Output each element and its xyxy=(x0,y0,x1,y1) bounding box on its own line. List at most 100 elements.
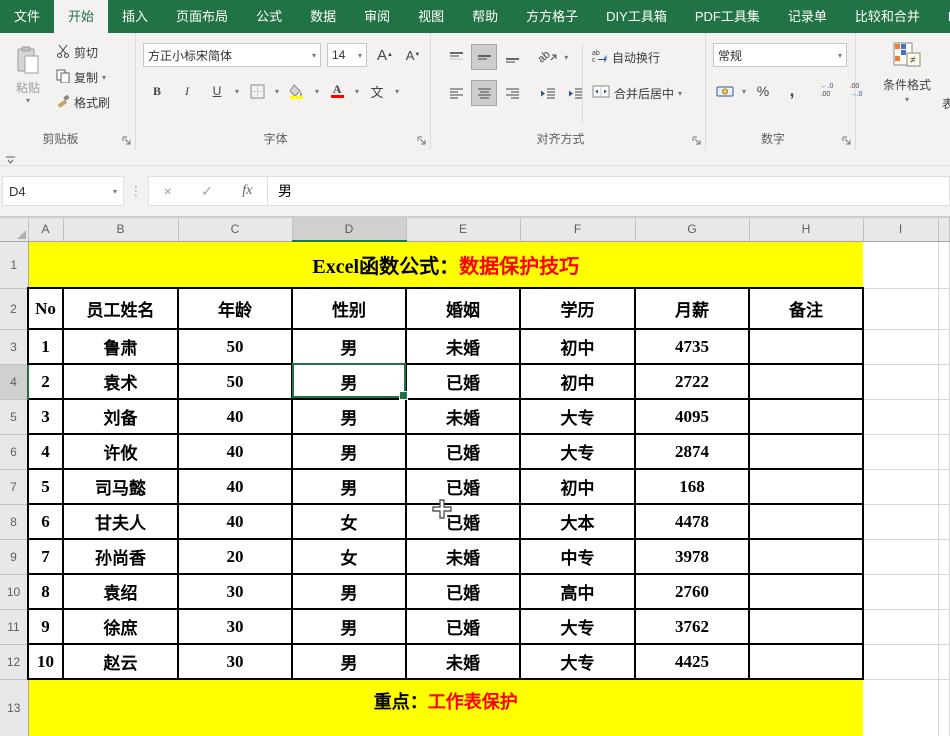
cell[interactable]: 男 xyxy=(292,469,406,504)
cell[interactable]: 3 xyxy=(28,399,63,434)
increase-font-size-button[interactable]: A▲ xyxy=(373,43,397,67)
cell[interactable]: 1 xyxy=(28,329,63,364)
conditional-formatting-button[interactable]: ≠ 条件格式 ▾ xyxy=(883,41,931,104)
cell[interactable]: 司马懿 xyxy=(63,469,178,504)
increase-decimal-button[interactable]: ←.0.00 xyxy=(815,79,839,103)
cell[interactable]: 40 xyxy=(178,469,292,504)
cell[interactable]: 大专 xyxy=(520,434,635,469)
cell[interactable]: 刘备 xyxy=(63,399,178,434)
row-header-2[interactable]: 2 xyxy=(0,288,28,329)
cell[interactable]: 4095 xyxy=(635,399,749,434)
cell[interactable]: 未婚 xyxy=(406,399,520,434)
cell[interactable]: 5 xyxy=(28,469,63,504)
row-header-1[interactable]: 1 xyxy=(0,241,28,288)
orientation-button[interactable]: ab xyxy=(536,45,560,69)
align-bottom-button[interactable] xyxy=(500,45,524,69)
cell[interactable]: 6 xyxy=(28,504,63,539)
row-header-9[interactable]: 9 xyxy=(0,539,28,574)
cell[interactable] xyxy=(749,364,863,399)
cell[interactable] xyxy=(863,574,938,609)
cell[interactable]: 9 xyxy=(28,609,63,644)
cell[interactable] xyxy=(863,329,938,364)
format-as-table-partial-label[interactable]: 表 xyxy=(942,95,950,112)
cell[interactable]: 女 xyxy=(292,539,406,574)
cell[interactable]: 50 xyxy=(178,329,292,364)
phonetic-guide-button[interactable]: 文 xyxy=(365,79,389,103)
cell[interactable] xyxy=(749,399,863,434)
cell[interactable]: 10 xyxy=(28,644,63,679)
cell[interactable]: 月薪 xyxy=(635,288,749,329)
merge-center-button[interactable]: 合并后居中 ▾ xyxy=(592,82,682,104)
cell[interactable]: 30 xyxy=(178,574,292,609)
cell[interactable]: 高中 xyxy=(520,574,635,609)
cell[interactable]: 7 xyxy=(28,539,63,574)
cell[interactable]: 大专 xyxy=(520,609,635,644)
column-header-b[interactable]: B xyxy=(63,218,178,241)
cell[interactable] xyxy=(863,399,938,434)
column-header-i[interactable]: I xyxy=(863,218,938,241)
borders-button[interactable] xyxy=(245,79,269,103)
cell[interactable]: 赵云 xyxy=(63,644,178,679)
cell[interactable]: 徐庶 xyxy=(63,609,178,644)
cell[interactable] xyxy=(749,469,863,504)
cell[interactable]: 大专 xyxy=(520,644,635,679)
font-name-combo[interactable]: 方正小标宋简体 ▾ xyxy=(143,43,321,67)
cell[interactable] xyxy=(749,504,863,539)
cell[interactable]: 男 xyxy=(292,434,406,469)
cell[interactable] xyxy=(749,644,863,679)
cell[interactable]: 年龄 xyxy=(178,288,292,329)
cell[interactable] xyxy=(863,679,938,736)
row-header-8[interactable]: 8 xyxy=(0,504,28,539)
cell[interactable]: 未婚 xyxy=(406,539,520,574)
row-header-11[interactable]: 11 xyxy=(0,609,28,644)
cell[interactable]: 大专 xyxy=(520,399,635,434)
accounting-format-button[interactable] xyxy=(713,79,737,103)
cell[interactable]: 3978 xyxy=(635,539,749,574)
tab-insert[interactable]: 插入 xyxy=(108,0,162,33)
align-center-button[interactable] xyxy=(472,81,496,105)
cell[interactable] xyxy=(863,504,938,539)
cell[interactable]: 甘夫人 xyxy=(63,504,178,539)
tab-file[interactable]: 文件 xyxy=(0,0,54,33)
cell[interactable]: 30 xyxy=(178,609,292,644)
cell[interactable] xyxy=(863,539,938,574)
cell[interactable]: 初中 xyxy=(520,469,635,504)
footer-banner-cell[interactable]: 重点：工作表保护 xyxy=(28,679,863,736)
cancel-icon[interactable]: × xyxy=(164,183,172,199)
cell[interactable]: 袁绍 xyxy=(63,574,178,609)
tab-view[interactable]: 视图 xyxy=(404,0,458,33)
selected-cell[interactable]: 男 xyxy=(292,364,406,399)
cell[interactable] xyxy=(749,434,863,469)
column-header-e[interactable]: E xyxy=(406,218,520,241)
cell[interactable]: 已婚 xyxy=(406,574,520,609)
tab-power-pivot[interactable]: Power Pivot xyxy=(934,0,950,33)
increase-indent-button[interactable] xyxy=(564,81,588,105)
cell[interactable]: 8 xyxy=(28,574,63,609)
cell[interactable]: 30 xyxy=(178,644,292,679)
cell[interactable]: 40 xyxy=(178,434,292,469)
copy-button[interactable]: 复制 ▾ xyxy=(56,66,110,88)
cell[interactable]: 未婚 xyxy=(406,329,520,364)
tab-formulas[interactable]: 公式 xyxy=(242,0,296,33)
underline-button[interactable]: U xyxy=(205,79,229,103)
cell[interactable] xyxy=(863,241,938,288)
font-size-combo[interactable]: 14 ▾ xyxy=(327,43,367,67)
cell[interactable]: 40 xyxy=(178,399,292,434)
cell[interactable]: 男 xyxy=(292,399,406,434)
cell[interactable]: 许攸 xyxy=(63,434,178,469)
cell[interactable]: 40 xyxy=(178,504,292,539)
cell[interactable]: 男 xyxy=(292,329,406,364)
insert-function-icon[interactable]: fx xyxy=(242,183,252,199)
row-header-7[interactable]: 7 xyxy=(0,469,28,504)
column-header-g[interactable]: G xyxy=(635,218,749,241)
row-header-13[interactable]: 13 xyxy=(0,679,28,736)
align-middle-button[interactable] xyxy=(472,45,496,69)
column-header-a[interactable]: A xyxy=(28,218,63,241)
cell[interactable]: 4478 xyxy=(635,504,749,539)
cell[interactable] xyxy=(863,288,938,329)
align-right-button[interactable] xyxy=(500,81,524,105)
cell[interactable]: 2760 xyxy=(635,574,749,609)
decrease-indent-button[interactable] xyxy=(536,81,560,105)
clipboard-dialog-launcher-icon[interactable] xyxy=(122,135,132,145)
comma-style-button[interactable]: , xyxy=(780,79,804,103)
